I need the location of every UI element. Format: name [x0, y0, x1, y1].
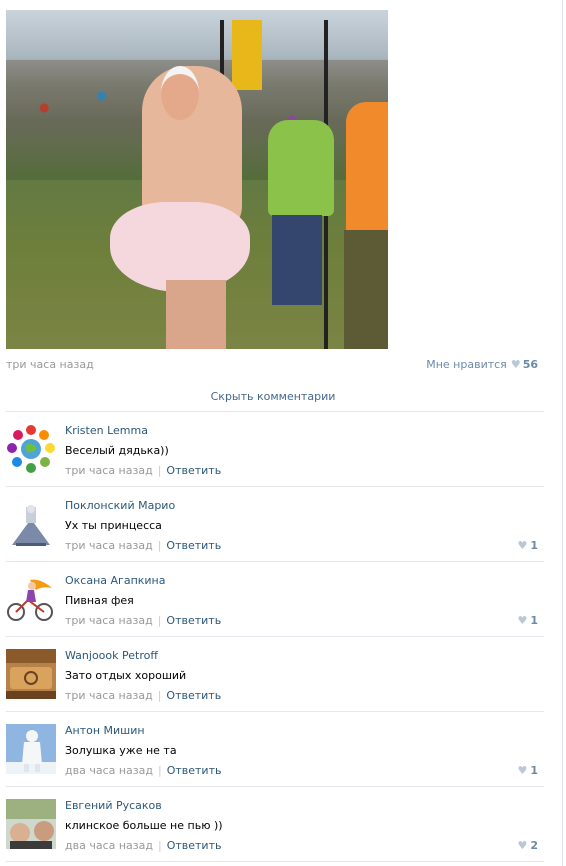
comment-like-button[interactable]: ♥ 1 [517, 764, 538, 777]
separator: | [157, 464, 162, 477]
comment-text: Золушка уже не та [65, 744, 177, 757]
comment-author[interactable]: Антон Мишин [65, 724, 145, 737]
post-photo[interactable] [6, 10, 388, 349]
comment-time[interactable]: три часа назад [65, 614, 153, 627]
comment-author[interactable]: Wanjoook Petroff [65, 649, 158, 662]
comment-time[interactable]: три часа назад [65, 464, 153, 477]
comment-info: три часа назад | Ответить [65, 539, 221, 552]
photo-person-vest [268, 120, 334, 216]
photo-camo-pants [344, 230, 388, 349]
right-border [562, 0, 563, 866]
heart-icon: ♥ [517, 764, 528, 777]
comment-info: три часа назад | Ответить [65, 689, 221, 702]
photo-man-head [161, 66, 199, 120]
comment-like-count: 1 [530, 764, 538, 777]
comment-time[interactable]: три часа назад [65, 689, 153, 702]
photo-person-jeans [272, 215, 322, 305]
separator: | [157, 839, 162, 852]
like-count: 56 [522, 358, 538, 371]
post-like-button[interactable]: Мне нравится ♥ 56 [426, 358, 538, 371]
comment-item: Поклонский Марио Ух ты принцесса три час… [6, 487, 544, 561]
post-time[interactable]: три часа назад [6, 358, 94, 371]
comment-like-count: 1 [530, 614, 538, 627]
avatar[interactable] [6, 649, 56, 699]
comment-info: два часа назад | Ответить [65, 839, 221, 852]
comment-text: Зато отдых хороший [65, 669, 187, 682]
comment-item: Wanjoook Petroff Зато отдых хороший три … [6, 637, 544, 711]
post-meta: три часа назад Мне нравится ♥ 56 [6, 358, 538, 374]
separator: | [157, 689, 162, 702]
comment-time[interactable]: три часа назад [65, 539, 153, 552]
comment-time[interactable]: два часа назад [65, 764, 153, 777]
comment-text: Ух ты принцесса [65, 519, 162, 532]
reply-link[interactable]: Ответить [167, 839, 222, 852]
comment-text: Веселый дядька)) [65, 444, 169, 457]
reply-link[interactable]: Ответить [166, 464, 221, 477]
comment-like-button[interactable]: ♥ 1 [517, 539, 538, 552]
comment-item: Антон Мишин Золушка уже не та два часа н… [6, 712, 544, 786]
reply-link[interactable]: Ответить [166, 539, 221, 552]
photo-tutu [110, 202, 250, 292]
reply-link[interactable]: Ответить [166, 614, 221, 627]
photo-legs [166, 280, 226, 349]
comment-author[interactable]: Поклонский Марио [65, 499, 175, 512]
avatar[interactable] [6, 499, 56, 549]
comment-author[interactable]: Оксана Агапкина [65, 574, 165, 587]
comment-item: Оксана Агапкина Пивная фея три часа наза… [6, 562, 544, 636]
reply-link[interactable]: Ответить [167, 764, 222, 777]
like-label: Мне нравится [426, 358, 507, 371]
avatar[interactable] [6, 799, 56, 849]
heart-icon: ♥ [517, 539, 528, 552]
comment-item: Kristen Lemma Веселый дядька)) три часа … [6, 412, 544, 486]
comment-author[interactable]: Евгений Русаков [65, 799, 162, 812]
avatar[interactable] [6, 574, 56, 624]
comment-info: два часа назад | Ответить [65, 764, 221, 777]
comment-like-count: 1 [530, 539, 538, 552]
separator: | [157, 614, 162, 627]
reply-link[interactable]: Ответить [166, 689, 221, 702]
comment-text: Пивная фея [65, 594, 134, 607]
heart-icon: ♥ [510, 358, 521, 371]
comment-time[interactable]: два часа назад [65, 839, 153, 852]
separator: | [157, 764, 162, 777]
photo-flag [232, 20, 262, 90]
heart-icon: ♥ [517, 614, 528, 627]
comment-like-button[interactable]: ♥ 2 [517, 839, 538, 852]
heart-icon: ♥ [517, 839, 528, 852]
separator: | [157, 539, 162, 552]
hide-comments-link[interactable]: Скрыть комментарии [6, 390, 540, 403]
avatar[interactable] [6, 424, 56, 474]
avatar[interactable] [6, 724, 56, 774]
comment-info: три часа назад | Ответить [65, 464, 221, 477]
comment-author[interactable]: Kristen Lemma [65, 424, 148, 437]
divider [6, 861, 544, 862]
photo-orange-shirt [346, 102, 388, 242]
comment-text: клинское больше не пью )) [65, 819, 223, 832]
comment-like-button[interactable]: ♥ 1 [517, 614, 538, 627]
comment-item: Евгений Русаков клинское больше не пью )… [6, 787, 544, 861]
comment-info: три часа назад | Ответить [65, 614, 221, 627]
comment-like-count: 2 [530, 839, 538, 852]
